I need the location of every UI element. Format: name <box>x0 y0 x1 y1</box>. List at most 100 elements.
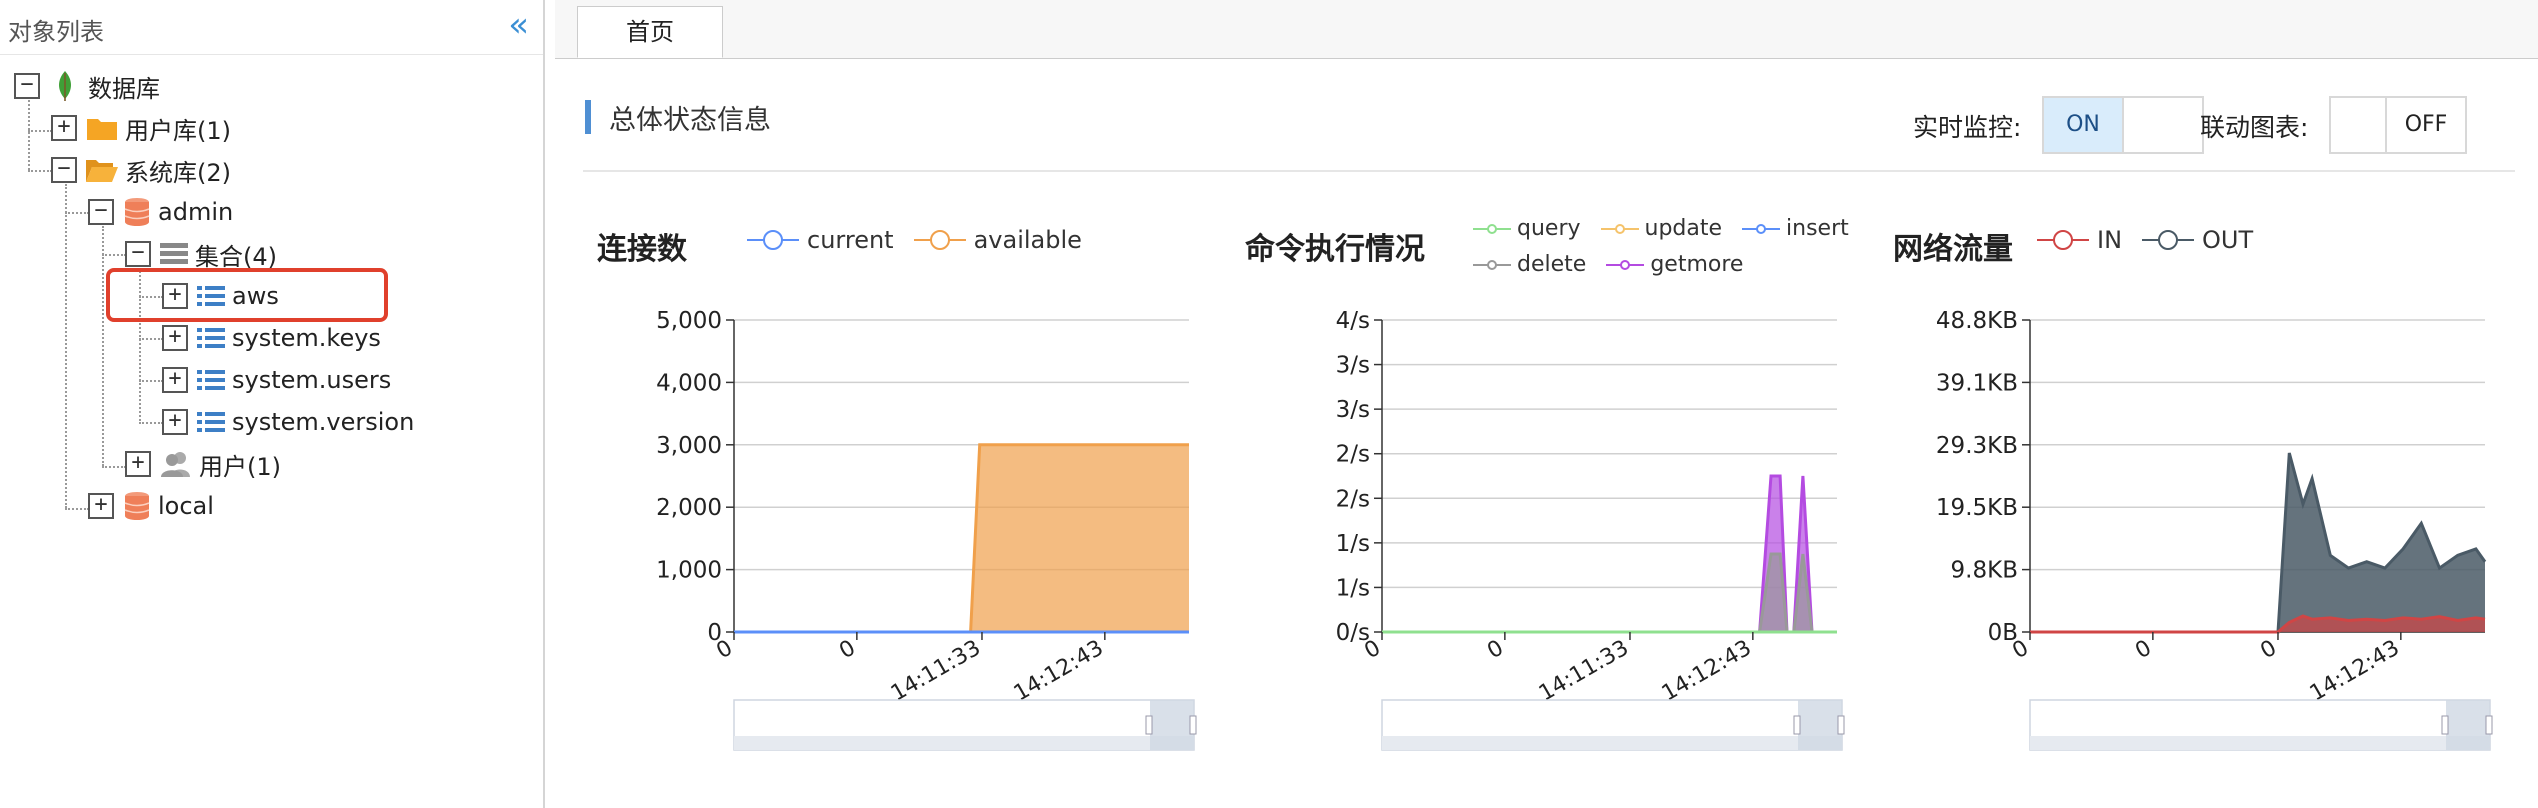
tree-connector <box>65 212 89 214</box>
y-tick-label: 19.5KB <box>1936 495 2018 521</box>
tree-connector <box>139 422 163 424</box>
commands-chart-panel: 命令执行情况 query update insert delete getmor… <box>1245 210 1885 770</box>
tree-connector <box>65 184 67 508</box>
y-tick-label: 39.1KB <box>1936 370 2018 396</box>
stack-icon <box>159 239 189 269</box>
database-icon <box>122 197 152 227</box>
main-content: 首页 总体状态信息 实时监控: ON 联动图表: OFF 连接数 current… <box>545 0 2538 808</box>
section-accent-bar <box>585 100 591 134</box>
section-title: 总体状态信息 <box>609 105 771 136</box>
y-tick-label: 3,000 <box>656 433 722 459</box>
tree-connector <box>65 508 89 510</box>
zoom-handle-right <box>2485 715 2493 735</box>
tree-node-system-dbs[interactable]: − 系统库(2) <box>51 150 231 190</box>
y-tick-label: 5,000 <box>656 308 722 334</box>
highlight-annotation <box>106 268 388 322</box>
y-tick-label: 2,000 <box>656 495 722 521</box>
zoom-handle-right <box>1837 715 1845 735</box>
object-tree-sidebar: 对象列表 « − 数据库 + 用户库(1) − 系统库(2) − admin −… <box>0 0 545 808</box>
network-chart-panel: 网络流量 IN OUT 48.8KB 39.1KB 29.3KB 19.5KB 9.8K… <box>1893 210 2533 770</box>
sidebar-header: 对象列表 « <box>0 0 543 55</box>
tree-node-system-keys[interactable]: + system.keys <box>162 318 381 358</box>
tree-connector <box>139 338 163 340</box>
tree-connector <box>28 100 30 170</box>
tree-label: 系统库(2) <box>125 158 231 187</box>
toggle-off-option[interactable] <box>2124 98 2202 152</box>
y-tick-label: 1,000 <box>656 558 722 584</box>
y-tick-label: 4/s <box>1336 308 1370 334</box>
collapse-toggle-icon[interactable]: − <box>88 199 114 225</box>
zoom-slider-window <box>1798 700 1842 750</box>
y-tick-label: 1/s <box>1336 531 1370 557</box>
open-folder-icon <box>85 155 119 185</box>
y-tick-label: 2/s <box>1336 442 1370 468</box>
tree-node-local[interactable]: + local <box>88 486 214 526</box>
tree-connector <box>28 130 52 132</box>
toggle-on-option[interactable] <box>2331 98 2385 152</box>
zoom-handle-left <box>2441 715 2449 735</box>
x-tick-label: 14:11:33 <box>887 636 985 707</box>
connections-chart-panel: 连接数 current available 5,000 4,000 3,000 2,0… <box>597 210 1237 770</box>
series-area-available <box>734 444 1189 632</box>
tree-connector <box>28 170 52 172</box>
zoom-handle-right <box>1189 715 1197 735</box>
expand-toggle-icon[interactable]: + <box>162 325 188 351</box>
tree-node-system-version[interactable]: + system.version <box>162 402 414 442</box>
list-icon <box>196 407 226 437</box>
tree-label: local <box>158 492 214 520</box>
list-icon <box>196 365 226 395</box>
tree-label: 用户(1) <box>199 452 281 481</box>
tree-connector <box>102 466 126 468</box>
expand-toggle-icon[interactable]: + <box>88 493 114 519</box>
zoom-handle-left <box>1793 715 1801 735</box>
collapse-toggle-icon[interactable]: − <box>14 73 40 99</box>
tree-label: system.keys <box>232 324 381 352</box>
tree-node-admin[interactable]: − admin <box>88 192 233 232</box>
expand-toggle-icon[interactable]: + <box>162 409 188 435</box>
tree-node-system-users[interactable]: + system.users <box>162 360 391 400</box>
tree-node-user-dbs[interactable]: + 用户库(1) <box>51 108 231 148</box>
x-tick-label: 14:12:43 <box>1658 636 1756 707</box>
tab-home[interactable]: 首页 <box>577 6 723 58</box>
database-icon <box>122 491 152 521</box>
expand-toggle-icon[interactable]: + <box>162 367 188 393</box>
tree-label: admin <box>158 198 234 226</box>
sidebar-title: 对象列表 <box>8 18 104 46</box>
tree-connector <box>102 254 126 256</box>
series-area-out <box>2030 453 2485 632</box>
folder-icon <box>85 113 119 143</box>
y-tick-label: 3/s <box>1336 353 1370 379</box>
collapse-sidebar-icon[interactable]: « <box>508 8 529 42</box>
tree-label: system.users <box>232 366 392 394</box>
y-tick-label: 2/s <box>1336 486 1370 512</box>
y-tick-label: 29.3KB <box>1936 433 2018 459</box>
zoom-slider-window <box>1150 700 1194 750</box>
tree-node-users[interactable]: + 用户(1) <box>125 444 281 484</box>
tree-node-databases[interactable]: − 数据库 <box>14 66 160 106</box>
linked-chart-toggle[interactable]: OFF <box>2329 96 2467 154</box>
x-tick-label: 14:11:33 <box>1535 636 1633 707</box>
connections-chart: 5,0004,0003,0002,0001,00000 0 14:11:33 14:1… <box>656 308 1197 751</box>
y-tick-label: 3/s <box>1336 397 1370 423</box>
zoom-slider-shadow <box>734 736 1194 750</box>
realtime-monitor-toggle[interactable]: ON <box>2042 96 2204 154</box>
zoom-slider-shadow <box>2030 736 2490 750</box>
expand-toggle-icon[interactable]: + <box>125 451 151 477</box>
toggle-off-option[interactable]: OFF <box>2387 98 2465 152</box>
zoom-slider-window <box>2446 700 2490 750</box>
y-tick-label: 1/s <box>1336 575 1370 601</box>
y-tick-label: 9.8KB <box>1951 558 2018 584</box>
x-tick-label: 14:12:43 <box>1010 636 1108 707</box>
collapse-toggle-icon[interactable]: − <box>51 157 77 183</box>
toggle-on-option[interactable]: ON <box>2044 98 2122 152</box>
realtime-monitor-label: 实时监控: <box>1913 113 2022 142</box>
section-divider <box>583 170 2515 172</box>
expand-toggle-icon[interactable]: + <box>51 115 77 141</box>
tree-label: 数据库 <box>88 74 160 103</box>
tree-connector <box>102 226 104 466</box>
linked-chart-label: 联动图表: <box>2200 113 2309 142</box>
collapse-toggle-icon[interactable]: − <box>125 241 151 267</box>
x-tick-label: 14:12:43 <box>2306 636 2404 707</box>
zoom-handle-left <box>1145 715 1153 735</box>
tree-label: 集合(4) <box>195 242 277 271</box>
